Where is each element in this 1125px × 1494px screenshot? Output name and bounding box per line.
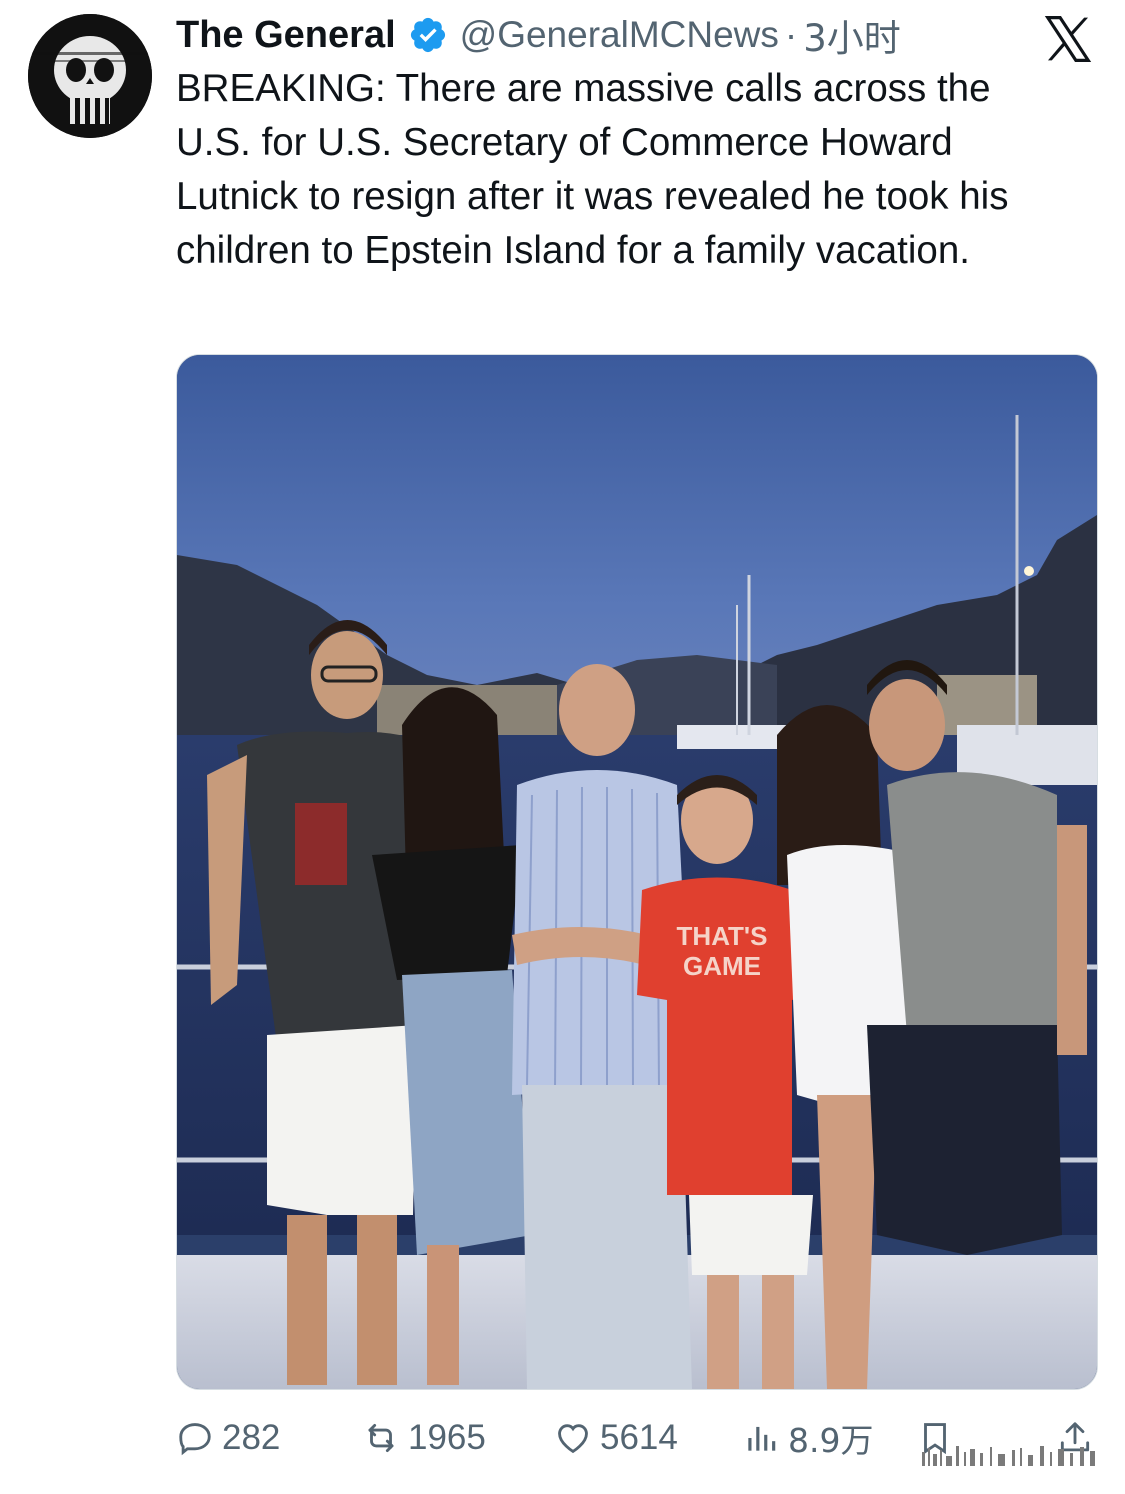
like-button[interactable]: 5614 bbox=[554, 1410, 678, 1466]
tweet-header: The General @GeneralMCNews · 3小时 bbox=[176, 8, 1066, 62]
tweet-photo[interactable]: THAT'S GAME bbox=[176, 354, 1098, 1390]
heart-icon bbox=[558, 1424, 588, 1454]
tweet-text: BREAKING: There are massive calls across… bbox=[176, 67, 1009, 272]
family-photo-image: THAT'S GAME bbox=[177, 355, 1097, 1389]
avatar[interactable] bbox=[28, 14, 152, 138]
separator-dot: · bbox=[784, 14, 798, 55]
retweet-button[interactable]: 1965 bbox=[362, 1410, 486, 1466]
timestamp[interactable]: 3小时 bbox=[803, 8, 901, 62]
reply-icon bbox=[179, 1423, 211, 1456]
views-count: 8.9万 bbox=[788, 1421, 874, 1460]
views-button[interactable]: 8.9万 bbox=[742, 1410, 873, 1466]
x-logo-icon bbox=[1044, 16, 1092, 62]
reply-count: 282 bbox=[222, 1418, 281, 1457]
reply-button[interactable]: 282 bbox=[176, 1410, 280, 1466]
shirt-text-line2: GAME bbox=[683, 951, 761, 981]
like-count: 5614 bbox=[600, 1418, 678, 1457]
shirt-text-line1: THAT'S bbox=[677, 921, 768, 951]
display-name[interactable]: The General bbox=[176, 14, 396, 57]
views-icon bbox=[748, 1426, 776, 1451]
retweet-count: 1965 bbox=[408, 1418, 486, 1457]
skull-logo-icon bbox=[28, 14, 152, 138]
retweet-icon bbox=[368, 1423, 394, 1453]
handle[interactable]: @GeneralMCNews bbox=[460, 14, 779, 56]
watermark-image bbox=[922, 1446, 1095, 1466]
verified-badge-icon bbox=[410, 17, 445, 53]
